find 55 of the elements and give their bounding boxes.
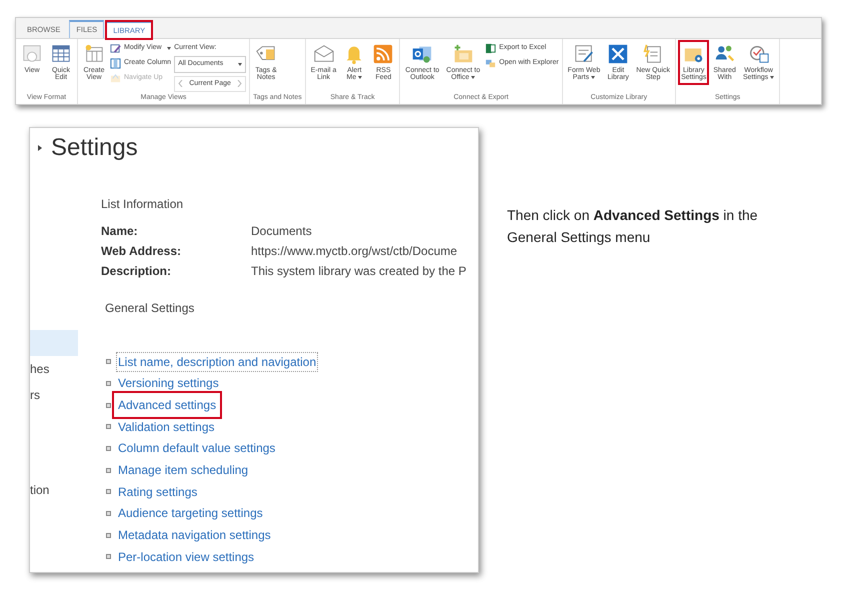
column-icon <box>110 58 121 68</box>
caret-icon <box>591 76 596 79</box>
caret-icon <box>238 62 242 66</box>
field-value: This system library was created by the P <box>251 262 466 280</box>
caret-icon <box>166 46 171 50</box>
settings-link[interactable]: Validation settings <box>116 416 217 437</box>
field-label: Description: <box>101 262 172 280</box>
bullet-icon <box>106 489 111 494</box>
field-value: Documents <box>251 222 312 240</box>
chevron-left-icon <box>178 80 184 88</box>
field-value: https://www.myctb.org/wst/ctb/Docume <box>251 242 458 260</box>
caret-icon <box>358 76 362 79</box>
bullet-icon <box>106 510 111 516</box>
page-title: Settings <box>51 134 138 163</box>
settings-link[interactable]: Manage item scheduling <box>116 460 250 480</box>
field-label: Name: <box>101 222 139 240</box>
bullet-icon <box>106 532 111 538</box>
spreadsheet-icon <box>485 42 496 54</box>
form-icon <box>572 42 595 64</box>
folder-icon <box>452 42 474 64</box>
envelope-icon <box>312 42 335 64</box>
settings-link[interactable]: Audience targeting settings <box>116 503 265 524</box>
bullet-icon <box>106 554 111 560</box>
caret-icon <box>471 76 476 79</box>
bullet-icon <box>106 359 111 364</box>
settings-link[interactable]: List name, description and navigation <box>116 352 318 372</box>
nav-item[interactable] <box>30 330 78 356</box>
caret-icon <box>770 76 774 79</box>
nav-item[interactable]: rs <box>30 382 78 408</box>
chevron-right-icon <box>237 80 242 88</box>
section-heading: List Information <box>101 196 184 213</box>
folder-icon <box>110 72 121 84</box>
settings-link[interactable]: Metadata navigation settings <box>116 525 273 546</box>
settings-link[interactable]: Column default value settings <box>116 438 278 458</box>
table-icon <box>21 42 43 64</box>
grid-icon <box>83 42 105 64</box>
nav-item[interactable]: tion <box>30 476 78 503</box>
field-label: Web Address: <box>101 242 182 260</box>
folders-icon <box>485 58 496 68</box>
settings-link[interactable]: Versioning settings <box>116 373 221 394</box>
bullet-icon <box>106 446 111 451</box>
pencil-icon <box>110 42 121 54</box>
grid-icon <box>50 42 72 64</box>
settings-link[interactable]: Per-location view settings <box>116 546 256 567</box>
tools-icon <box>607 42 630 64</box>
bullet-icon <box>106 380 111 386</box>
section-heading: General Settings <box>105 300 196 317</box>
settings-link[interactable]: Rating settings <box>116 482 200 502</box>
instruction-text: Then click on Advanced Settings in the General Settings menu <box>507 206 759 248</box>
triangle-icon <box>38 145 42 152</box>
bullet-icon <box>106 424 111 430</box>
nav-item[interactable]: hes <box>30 356 78 382</box>
bullet-icon <box>106 468 111 473</box>
rss-icon <box>372 42 394 64</box>
bullet-icon <box>106 402 111 408</box>
